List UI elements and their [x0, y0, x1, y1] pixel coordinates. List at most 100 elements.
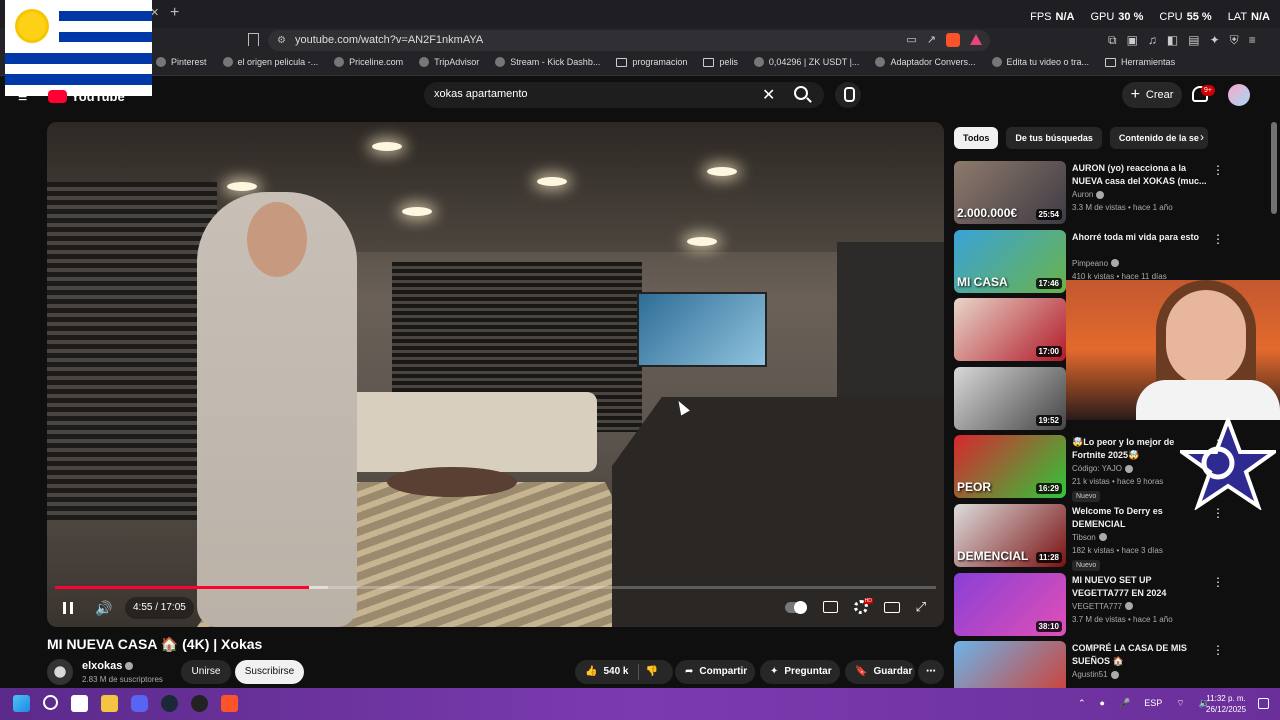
search-query[interactable]: xokas apartamento [434, 88, 528, 100]
pause-button[interactable] [63, 602, 73, 614]
recommendation-title[interactable]: COMPRÉ LA CASA DE MIS SUEÑOS 🏠 [1072, 642, 1208, 668]
bookmark-item[interactable]: pelis [703, 57, 738, 67]
video-thumbnail[interactable]: 17:00 [954, 298, 1066, 362]
bookmark-item[interactable]: programacion [616, 57, 687, 67]
share-icon[interactable]: ↗ [927, 33, 936, 47]
search-input[interactable]: xokas apartamento ✕ [424, 82, 824, 108]
brave-shields-icon[interactable] [946, 33, 960, 47]
voice-search-icon[interactable] [835, 82, 861, 108]
video-thumbnail[interactable]: 38:10 [954, 572, 1066, 636]
bookmark-item[interactable]: Priceline.com [334, 57, 403, 67]
new-tab-button[interactable]: + [170, 4, 179, 22]
discord-icon[interactable] [131, 695, 148, 712]
sidebar-icon[interactable]: ◧ [1167, 33, 1178, 48]
extensions-icon[interactable]: ⧉ [1108, 33, 1117, 48]
create-button[interactable]: + Crear [1122, 82, 1182, 108]
bookmark-item[interactable]: el origen pelicula -... [222, 57, 318, 67]
notification-center-icon[interactable] [1258, 698, 1269, 709]
scrollbar[interactable] [1271, 122, 1277, 214]
recommendation-item[interactable]: 38:10 MI NUEVO SET UP VEGETTA777 EN 2024 V… [954, 572, 1224, 642]
search-taskbar-icon[interactable] [43, 695, 58, 710]
channel-name[interactable]: elxokas [82, 660, 134, 672]
video-thumbnail[interactable]: PEOR 16:29 [954, 435, 1066, 499]
clear-search-icon[interactable]: ✕ [762, 85, 775, 105]
like-count[interactable]: 540 k [603, 660, 628, 684]
mic-tray-icon[interactable]: 🎤 [1119, 698, 1130, 709]
bookmark-item[interactable]: TripAdvisor [419, 57, 479, 67]
taskbar-clock[interactable]: 11:32 p. m. 26/12/2025 [1206, 693, 1246, 715]
recommendation-channel[interactable]: Tibson [1072, 533, 1107, 542]
brave-rewards-icon[interactable] [970, 34, 982, 45]
tray-expand-icon[interactable]: ⌃ [1078, 698, 1086, 709]
recommendation-channel[interactable]: VEGETTA777 [1072, 602, 1134, 611]
vpn-icon[interactable]: ⛨ [1230, 33, 1239, 48]
settings-gear-icon[interactable]: HD [853, 598, 873, 614]
bookmark-item[interactable]: Pinterest [156, 57, 207, 67]
brave-browser-icon[interactable] [221, 695, 238, 712]
settings-menu-icon[interactable]: ≡ [1249, 33, 1256, 48]
chips-next-icon[interactable]: › [1200, 130, 1204, 144]
wallet-icon[interactable]: ▣ [1127, 33, 1138, 48]
video-thumbnail[interactable]: 2.000.000€ 25:54 [954, 161, 1066, 224]
music-icon[interactable]: ♫ [1148, 33, 1157, 48]
url-text[interactable]: youtube.com/watch?v=AN2F1nkmAYA [295, 34, 483, 46]
search-icon[interactable] [794, 86, 808, 100]
bookmark-page-icon[interactable] [248, 33, 259, 46]
bookmark-item[interactable]: Edita tu video o tra... [991, 57, 1089, 67]
bookmark-item[interactable]: Adaptador Convers... [875, 57, 976, 67]
subscribe-button[interactable]: Suscribirse [235, 660, 304, 684]
video-player[interactable]: 🔊 4:55 / 17:05 HD ⤢ [47, 122, 944, 627]
share-button[interactable]: ➦ Compartir [675, 660, 755, 684]
recommendation-channel[interactable]: Código: YAJO [1072, 464, 1133, 473]
ask-button[interactable]: ✦ Preguntar [760, 660, 840, 684]
recommendation-title[interactable]: Ahorré toda mi vida para esto [1072, 231, 1208, 244]
chip-todos[interactable]: Todos [954, 127, 999, 149]
bookmark-item[interactable]: 0,04296 | ZK USDT |... [753, 57, 859, 67]
language-indicator[interactable]: ESP [1144, 698, 1162, 709]
more-options-icon[interactable]: ⋮ [1212, 575, 1224, 589]
account-avatar[interactable] [1228, 84, 1250, 106]
theater-mode-icon[interactable] [883, 602, 900, 613]
obs-tray-icon[interactable]: ● [1100, 698, 1105, 709]
store-icon[interactable] [71, 695, 88, 712]
autoplay-toggle[interactable] [784, 601, 807, 614]
obs-icon[interactable] [191, 695, 208, 712]
video-thumbnail[interactable]: MI CASA 17:46 [954, 229, 1066, 293]
more-options-icon[interactable]: ⋮ [1212, 232, 1224, 246]
subtitles-icon[interactable] [822, 601, 838, 613]
channel-avatar[interactable] [47, 659, 73, 685]
windows-start-icon[interactable] [13, 695, 30, 712]
file-explorer-icon[interactable] [101, 695, 118, 712]
dislike-icon[interactable]: 👎 [645, 660, 657, 684]
wifi-icon[interactable]: ⌔ [1176, 698, 1184, 709]
bookmark-item[interactable]: Herramientas [1105, 57, 1175, 67]
video-thumbnail[interactable]: 19:52 [954, 366, 1066, 430]
steam-icon[interactable] [161, 695, 178, 712]
more-options-icon[interactable]: ⋮ [1212, 643, 1224, 657]
chip-searches[interactable]: De tus búsquedas [1006, 127, 1102, 149]
progress-bar[interactable] [55, 586, 936, 589]
recommendation-item[interactable]: DEMENCIAL 11:28 Welcome To Derry es DEMENC… [954, 503, 1224, 573]
guide-menu-icon[interactable]: ≡ [18, 89, 32, 107]
like-icon[interactable]: 👍 [585, 660, 597, 684]
recommendation-title[interactable]: AURON (yo) reacciona a la NUEVA casa del… [1072, 162, 1208, 188]
recommendation-title[interactable]: MI NUEVO SET UP VEGETTA777 EN 2024 [1072, 574, 1208, 600]
more-options-icon[interactable]: ⋮ [1212, 163, 1224, 177]
recommendation-channel[interactable]: Pimpeano [1072, 259, 1120, 268]
join-button[interactable]: Unirse [181, 660, 231, 684]
fullscreen-icon[interactable]: ⤢ [916, 600, 926, 614]
save-button[interactable]: 🔖 Guardar [845, 660, 915, 684]
recommendation-channel[interactable]: Auron [1072, 190, 1105, 199]
leo-icon[interactable]: ✦ [1210, 33, 1220, 48]
youtube-logo[interactable]: YouTube [48, 89, 125, 104]
recommendation-channel[interactable]: Agustin51 [1072, 670, 1119, 679]
install-app-icon[interactable]: ▭ [906, 33, 916, 47]
site-info-icon[interactable]: ⚙ [277, 35, 286, 46]
address-bar[interactable]: ⚙ youtube.com/watch?v=AN2F1nkmAYA ▭ ↗ [268, 30, 990, 51]
video-thumbnail[interactable]: DEMENCIAL 11:28 [954, 503, 1066, 567]
more-actions-button[interactable]: ⋯ [918, 660, 944, 684]
recommendation-item[interactable]: 2.000.000€ 25:54 AURON (yo) reacciona a la… [954, 161, 1224, 230]
volume-icon[interactable]: 🔊 [95, 600, 112, 617]
tabs-icon[interactable]: ▤ [1188, 33, 1199, 48]
bookmark-item[interactable]: Stream - Kick Dashb... [495, 57, 600, 67]
